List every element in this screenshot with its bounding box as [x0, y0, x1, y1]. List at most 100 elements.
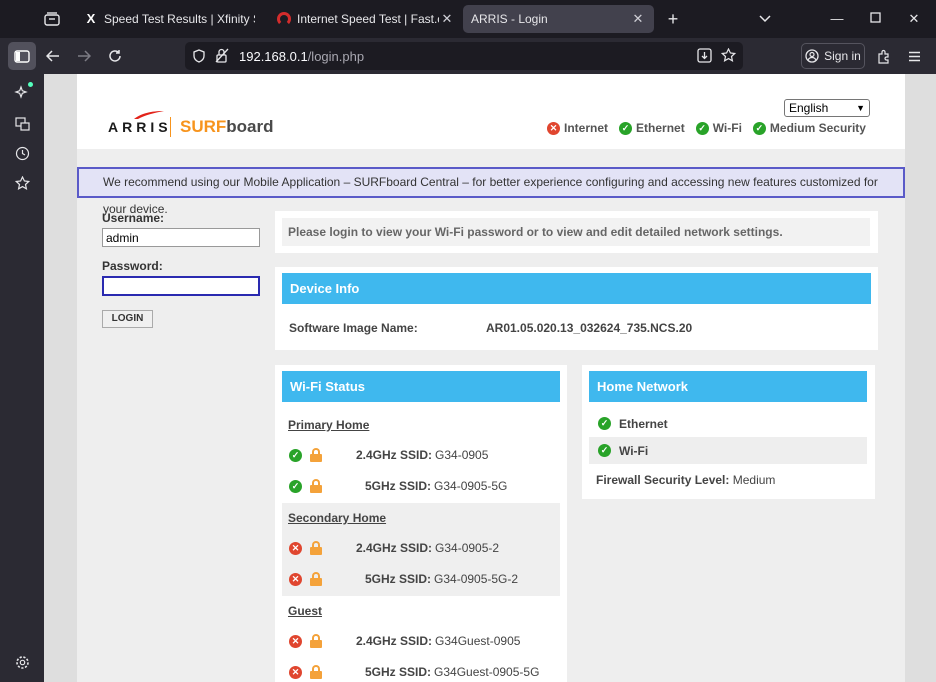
network-item-label: Ethernet — [619, 416, 668, 431]
status-label: Medium Security — [769, 121, 866, 135]
ssid-row: ✓ 2.4GHz SSID: G34-0905 — [289, 448, 488, 462]
bookmarks-star-icon[interactable] — [11, 172, 33, 194]
forward-arrow-icon[interactable] — [71, 44, 97, 68]
wifi-section-guest: Guest ✕ 2.4GHz SSID: G34Guest-0905 ✕ 5GH… — [282, 596, 560, 682]
surfboard-logo: SURFboard — [180, 117, 274, 136]
list-all-tabs-chevron-icon[interactable] — [754, 8, 776, 30]
band-label: 5GHz SSID: — [365, 572, 432, 586]
synced-tabs-icon[interactable] — [11, 112, 33, 134]
wifi-section-primary: Primary Home ✓ 2.4GHz SSID: G34-0905 ✓ 5… — [282, 410, 560, 503]
router-page: ARRIS SURFboard English ▼ ✕ Internet ✓ E… — [77, 74, 905, 682]
language-select[interactable]: English ▼ — [784, 99, 870, 117]
close-tab-icon[interactable]: ✕ — [630, 11, 646, 27]
notification-dot — [28, 82, 33, 87]
band-label: 2.4GHz SSID: — [356, 541, 433, 555]
tab-arris-login[interactable]: ARRIS - Login ✕ — [463, 5, 654, 33]
connection-status-bar: ✕ Internet ✓ Ethernet ✓ Wi-Fi ✓ Medium S… — [547, 121, 866, 135]
browser-sidebar — [0, 74, 44, 682]
insecure-lock-icon[interactable] — [215, 48, 229, 68]
software-image-label: Software Image Name: — [289, 321, 418, 335]
check-icon: ✓ — [598, 444, 611, 457]
bookmark-star-icon[interactable] — [720, 47, 737, 68]
check-icon: ✓ — [289, 479, 302, 493]
extensions-icon[interactable] — [870, 44, 896, 68]
section-title: Primary Home — [288, 418, 370, 432]
login-message-box: Please login to view your Wi-Fi password… — [275, 211, 878, 253]
sign-in-button[interactable]: Sign in — [801, 43, 865, 69]
lock-icon — [310, 634, 322, 648]
home-network-wifi: ✓ Wi-Fi — [589, 437, 867, 464]
reload-icon[interactable] — [102, 44, 128, 68]
ssid-row: ✕ 2.4GHz SSID: G34-0905-2 — [289, 541, 499, 555]
device-info-header: Device Info — [282, 273, 871, 304]
history-clock-icon[interactable] — [11, 142, 33, 164]
address-bar[interactable]: 192.168.0.1/login.php — [185, 42, 743, 70]
error-x-icon: ✕ — [289, 572, 302, 586]
minimize-icon[interactable]: — — [826, 8, 848, 30]
status-label: Internet — [564, 121, 609, 135]
status-wifi: ✓ Wi-Fi — [695, 121, 742, 135]
ssid-value: G34-0905-2 — [435, 541, 500, 555]
mobile-app-banner: We recommend using our Mobile Applicatio… — [77, 167, 905, 216]
tab-fast[interactable]: Internet Speed Test | Fast.com ✕ — [269, 5, 463, 33]
tab-title: Speed Test Results | Xfinity Speed — [104, 12, 255, 26]
lock-icon — [310, 572, 322, 586]
firewall-label: Firewall Security Level: — [596, 473, 730, 487]
error-x-icon: ✕ — [289, 541, 302, 555]
band-label: 5GHz SSID: — [365, 479, 432, 493]
status-ethernet: ✓ Ethernet — [619, 121, 685, 135]
ssid-value: G34-0905-5G — [434, 479, 508, 493]
x-logo-icon: X — [86, 11, 96, 26]
tab-xfinity[interactable]: X Speed Test Results | Xfinity Speed — [76, 5, 263, 33]
maximize-icon[interactable] — [864, 8, 886, 30]
back-arrow-icon[interactable] — [40, 44, 66, 68]
home-network-panel: Home Network ✓ Ethernet ✓ Wi-Fi Firewall… — [582, 365, 875, 499]
ssid-value: G34Guest-0905 — [435, 634, 521, 648]
device-info-panel: Device Info Software Image Name: AR01.05… — [275, 267, 878, 350]
lock-icon — [310, 665, 322, 679]
status-security: ✓ Medium Security — [752, 121, 866, 135]
status-internet: ✕ Internet — [547, 121, 608, 135]
arris-logo-text: ARRIS — [108, 119, 172, 135]
password-input[interactable] — [102, 276, 260, 296]
error-x-icon: ✕ — [289, 634, 302, 648]
wifi-status-panel: Wi-Fi Status Primary Home ✓ 2.4GHz SSID:… — [275, 365, 567, 682]
login-form: Username: Password: LOGIN — [102, 211, 272, 328]
firewall-value: Medium — [732, 473, 776, 487]
status-label: Wi-Fi — [712, 121, 742, 135]
login-button[interactable]: LOGIN — [102, 310, 153, 328]
wifi-section-secondary: Secondary Home ✕ 2.4GHz SSID: G34-0905-2… — [282, 503, 560, 596]
tab-list-icon[interactable] — [36, 6, 68, 32]
home-network-header: Home Network — [589, 371, 867, 402]
ssid-value: G34Guest-0905-5G — [434, 665, 540, 679]
lock-icon — [310, 448, 322, 462]
ssid-row: ✕ 5GHz SSID: G34-0905-5G-2 — [289, 572, 518, 586]
url-text: 192.168.0.1/login.php — [239, 49, 365, 64]
check-icon: ✓ — [619, 121, 633, 135]
network-item-label: Wi-Fi — [619, 443, 649, 458]
ssid-row: ✕ 5GHz SSID: G34Guest-0905-5G — [289, 665, 539, 679]
check-icon: ✓ — [752, 121, 766, 135]
close-window-icon[interactable]: ✕ — [903, 8, 925, 30]
software-image-value: AR01.05.020.13_032624_735.NCS.20 — [486, 321, 693, 335]
username-label: Username: — [102, 211, 165, 225]
sidebar-toggle-icon[interactable] — [8, 42, 36, 70]
account-icon — [805, 49, 819, 63]
close-tab-icon[interactable]: ✕ — [439, 11, 455, 27]
browser-tab-bar: X Speed Test Results | Xfinity Speed Int… — [0, 0, 936, 38]
ssid-row: ✓ 5GHz SSID: G34-0905-5G — [289, 479, 507, 493]
page-header: ARRIS SURFboard English ▼ ✕ Internet ✓ E… — [77, 74, 905, 149]
username-input[interactable] — [102, 228, 260, 247]
new-tab-plus-icon[interactable]: + — [662, 8, 684, 30]
shield-icon[interactable] — [193, 49, 205, 68]
ssid-value: G34-0905 — [435, 448, 489, 462]
settings-gear-icon[interactable] — [11, 651, 33, 673]
sign-in-label: Sign in — [824, 49, 861, 63]
download-page-icon[interactable] — [697, 48, 712, 68]
status-label: Ethernet — [636, 121, 685, 135]
fast-logo-icon — [277, 12, 291, 26]
check-icon: ✓ — [598, 417, 611, 430]
menu-hamburger-icon[interactable] — [901, 44, 927, 68]
ssid-value: G34-0905-5G-2 — [434, 572, 519, 586]
error-x-icon: ✕ — [547, 121, 560, 135]
